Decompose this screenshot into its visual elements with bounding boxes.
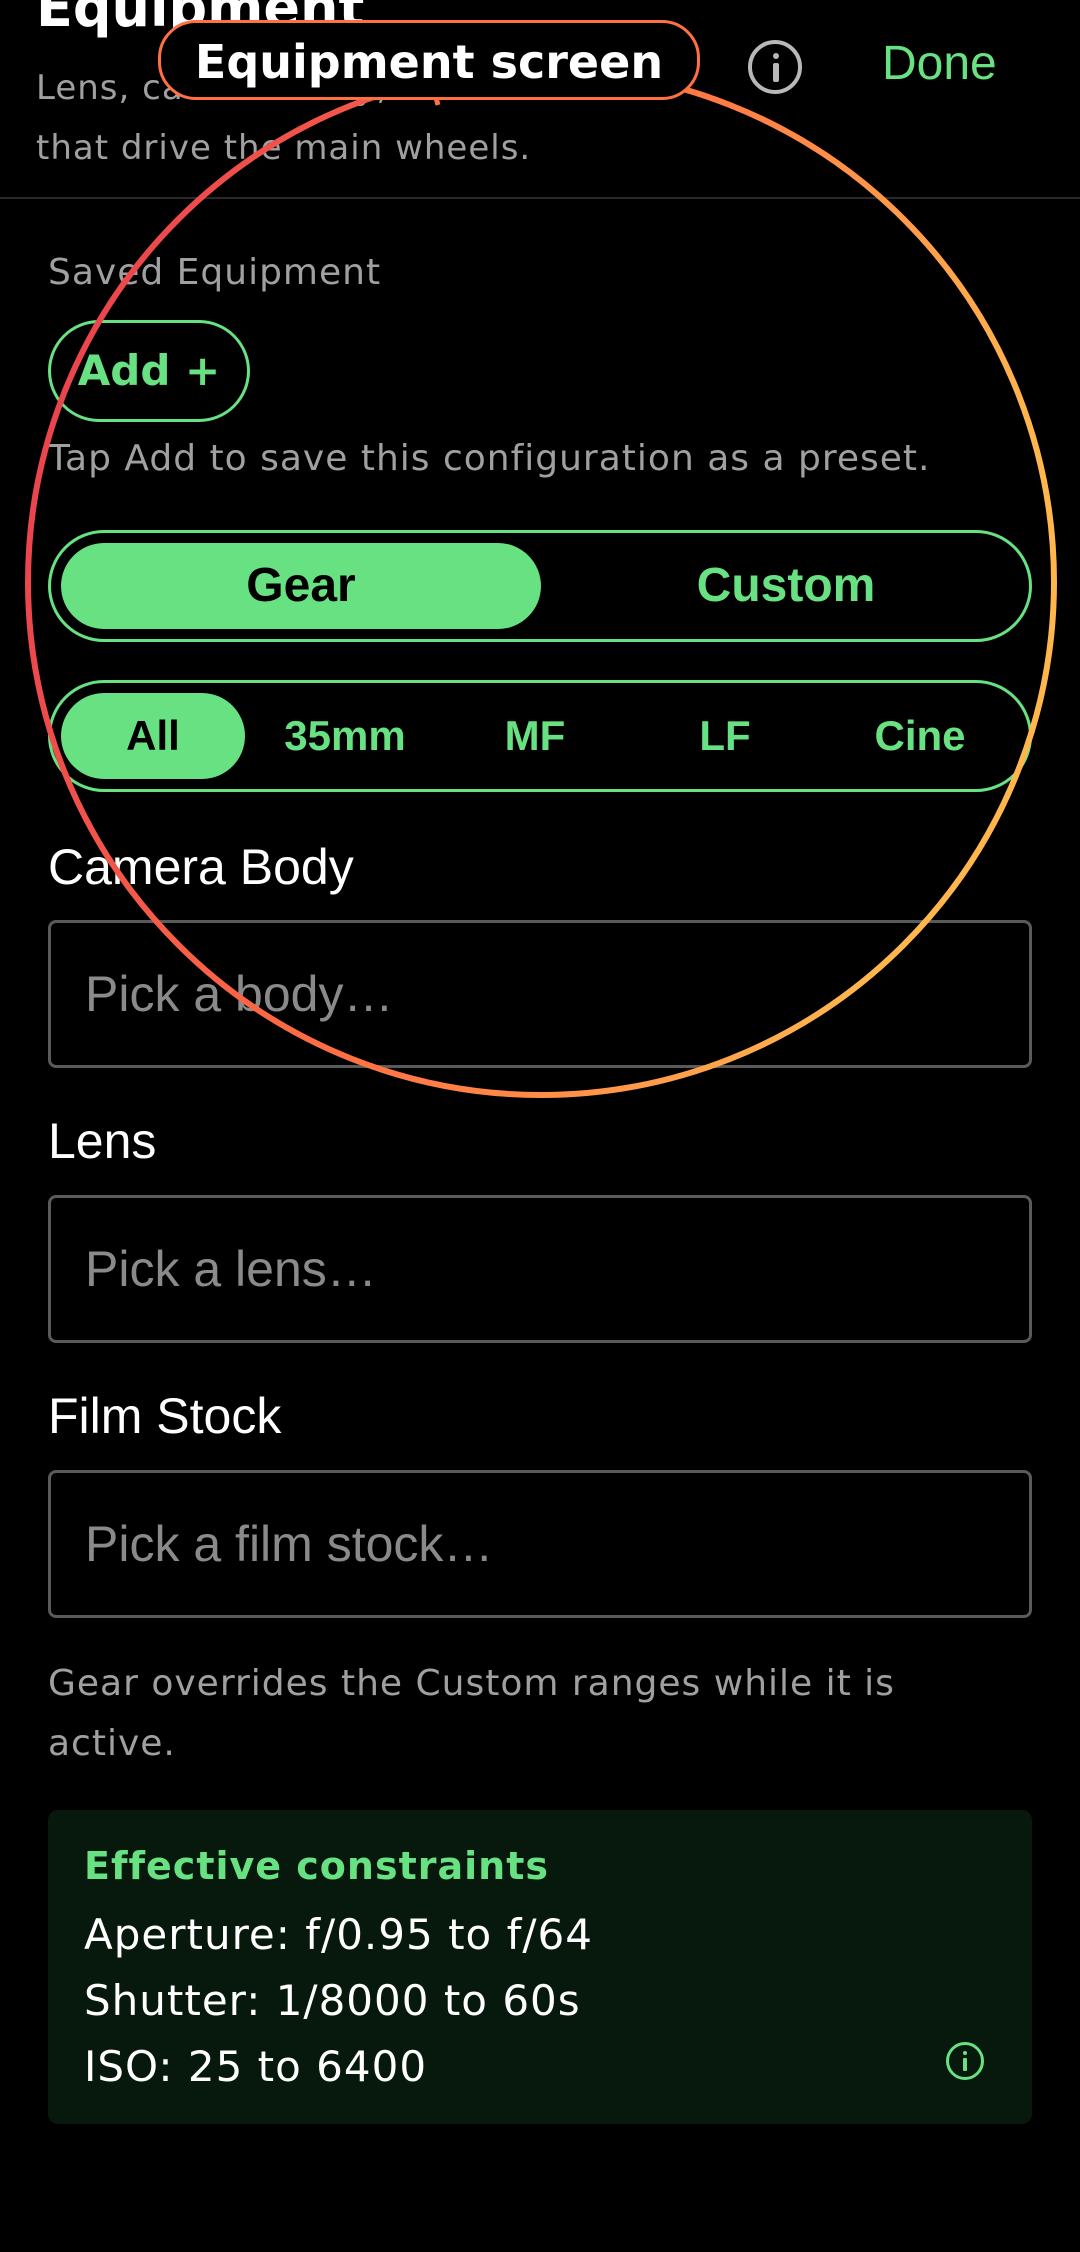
camera-body-placeholder: Pick a body… [85, 966, 394, 1022]
filter-chip-35mm[interactable]: 35mm [255, 693, 435, 779]
constraints-info-icon[interactable] [946, 2042, 984, 2080]
mode-option-gear[interactable]: Gear [61, 543, 541, 629]
saved-equipment-label: Saved Equipment [48, 252, 382, 293]
annotation-callout: Equipment screen [158, 20, 700, 100]
lens-label: Lens [48, 1113, 157, 1169]
filter-chip-lf[interactable]: LF [635, 693, 815, 779]
filter-chip-mf[interactable]: MF [445, 693, 625, 779]
aperture-range: Aperture: f/0.95 to f/64 [84, 1910, 593, 1959]
lens-placeholder: Pick a lens… [85, 1241, 377, 1297]
info-icon[interactable] [748, 40, 802, 94]
film-stock-placeholder: Pick a film stock… [85, 1516, 494, 1572]
iso-range: ISO: 25 to 6400 [84, 2042, 428, 2091]
add-hint-text: Tap Add to save this configuration as a … [48, 438, 931, 479]
mode-option-custom[interactable]: Custom [551, 543, 1021, 629]
override-note: Gear overrides the Custom ranges while i… [48, 1663, 895, 1764]
done-button[interactable]: Done [882, 36, 997, 91]
camera-body-field[interactable]: Pick a body… [48, 920, 1032, 1068]
constraints-title: Effective constraints [84, 1844, 549, 1888]
film-stock-field[interactable]: Pick a film stock… [48, 1470, 1032, 1618]
camera-body-label: Camera Body [48, 839, 354, 895]
film-stock-label: Film Stock [48, 1388, 282, 1444]
filter-chip-all[interactable]: All [61, 693, 245, 779]
shutter-range: Shutter: 1/8000 to 60s [84, 1976, 581, 2025]
constraints-card: Effective constraints Aperture: f/0.95 t… [48, 1810, 1032, 2124]
lens-field[interactable]: Pick a lens… [48, 1195, 1032, 1343]
mode-toggle: Gear Custom [48, 530, 1032, 642]
annotation-label: Equipment screen [194, 35, 664, 89]
add-preset-button[interactable]: Add + [48, 320, 250, 422]
filter-chip-cine[interactable]: Cine [825, 693, 1015, 779]
format-filter: All 35mm MF LF Cine [48, 680, 1032, 792]
